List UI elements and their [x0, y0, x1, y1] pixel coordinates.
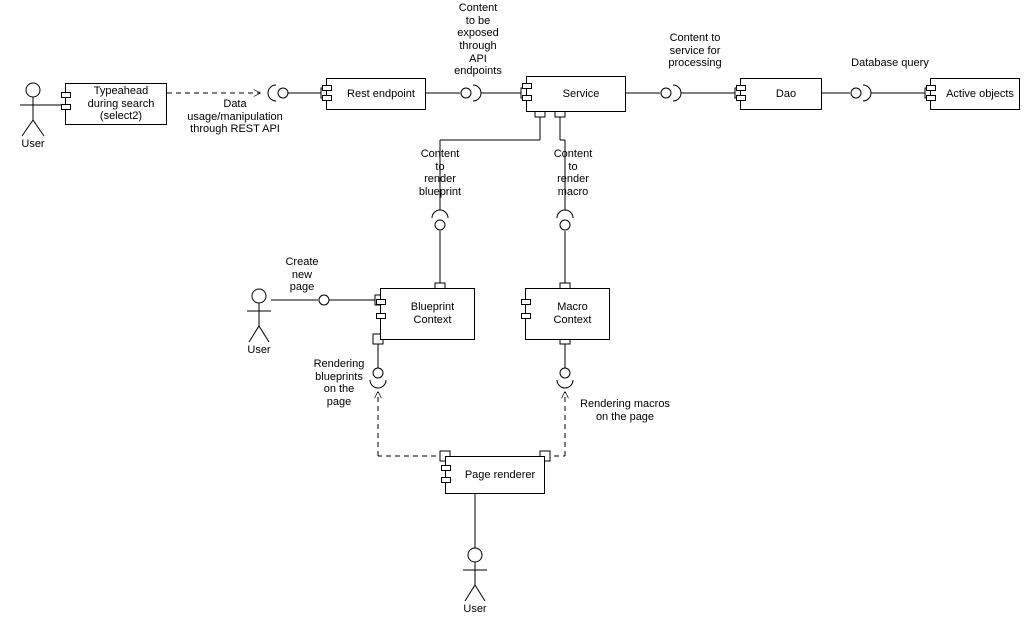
component-typeahead: Typeahead during search (select2): [65, 83, 167, 125]
component-active-objects: Active objects: [930, 78, 1020, 110]
component-page-renderer: Page renderer: [445, 456, 545, 494]
actor-label-user-bp: User: [247, 344, 271, 357]
diagram-canvas: Typeahead during search (select2) Rest e…: [0, 0, 1024, 619]
component-service: Service: [526, 76, 626, 112]
actor-user-bottom: [463, 548, 487, 601]
label-content-api: Content to be exposed through API endpoi…: [448, 2, 508, 78]
edge-service-dao: [626, 85, 740, 101]
component-blueprint-context: Blueprint Context: [380, 288, 475, 340]
edge-service-macro: [557, 113, 573, 288]
component-dao: Dao: [740, 78, 822, 110]
component-label: Typeahead during search (select2): [80, 85, 162, 123]
label-content-blueprint: Content to render blueprint: [412, 148, 468, 199]
edge-renderer-blueprint: [370, 340, 445, 456]
edge-userbp-blueprint: [271, 295, 380, 305]
actor-user-left: [20, 83, 46, 136]
label-content-macro: Content to render macro: [545, 148, 601, 199]
component-label: Blueprint Context: [395, 301, 470, 326]
component-label: Active objects: [946, 88, 1014, 101]
actor-label-user-left: User: [21, 138, 45, 151]
label-create-new-page: Create new page: [280, 256, 324, 294]
label-content-service: Content to service for processing: [660, 32, 730, 70]
component-label: Service: [563, 88, 600, 101]
label-db-query: Database query: [840, 57, 940, 70]
label-render-macros: Rendering macros on the page: [575, 398, 675, 423]
edge-service-blueprint: [432, 113, 540, 288]
actor-user-blueprint: [247, 289, 271, 342]
component-label: Rest endpoint: [347, 88, 415, 101]
component-label: Page renderer: [465, 469, 535, 482]
edge-renderer-macro: [545, 340, 573, 456]
component-macro-context: Macro Context: [525, 288, 610, 340]
edge-rest-service: [426, 85, 526, 101]
component-label: Dao: [776, 88, 796, 101]
component-rest-endpoint: Rest endpoint: [326, 78, 426, 110]
label-render-blueprints: Rendering blueprints on the page: [310, 358, 368, 409]
label-data-rest: Data usage/manipulation through REST API: [180, 98, 290, 136]
component-label: Macro Context: [540, 301, 605, 326]
edge-dao-active: [822, 85, 930, 101]
actor-label-user-bottom: User: [463, 603, 487, 616]
